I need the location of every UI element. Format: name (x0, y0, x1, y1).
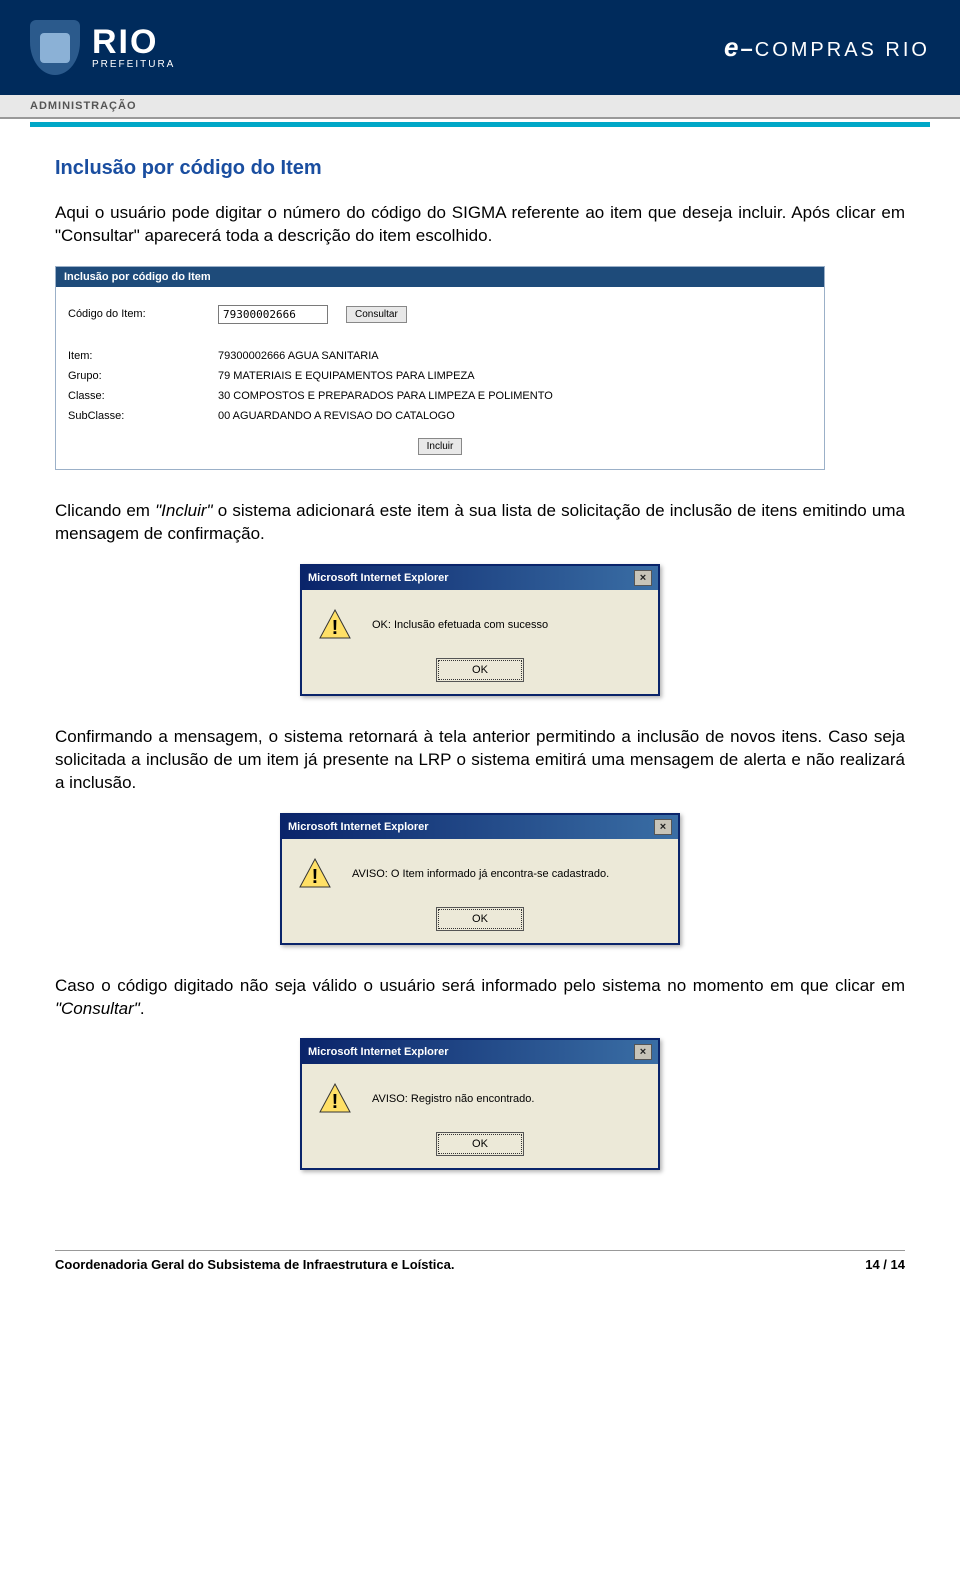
codigo-input[interactable] (218, 305, 328, 324)
p2-incluir: "Incluir" (155, 501, 212, 520)
admin-bar: ADMINISTRAÇÃO (0, 95, 960, 119)
close-icon[interactable]: × (654, 819, 672, 835)
dialog-success: Microsoft Internet Explorer × ! OK: Incl… (300, 564, 660, 696)
dialog3-row: ! AVISO: Registro não encontrado. (318, 1082, 642, 1116)
paragraph-2: Clicando em "Incluir" o sistema adiciona… (55, 500, 905, 546)
row-incluir: Incluir (68, 438, 812, 455)
warning-icon: ! (318, 608, 352, 642)
row-classe: Classe: 30 COMPOSTOS E PREPARADOS PARA L… (68, 390, 812, 402)
ecompras-dash: – (741, 36, 753, 62)
val-subclasse: 00 AGUARDANDO A REVISAO DO CATALOGO (218, 410, 455, 422)
footer-right: 14 / 14 (865, 1257, 905, 1272)
paragraph-4: Caso o código digitado não seja válido o… (55, 975, 905, 1021)
svg-text:!: ! (312, 866, 319, 888)
ecompras-e: e (724, 32, 738, 63)
p2a: Clicando em (55, 501, 155, 520)
val-grupo: 79 MATERIAIS E EQUIPAMENTOS PARA LIMPEZA (218, 370, 475, 382)
section-title: Inclusão por código do Item (55, 157, 905, 180)
p4a: Caso o código digitado não seja válido o… (55, 976, 905, 995)
dialog3-body: ! AVISO: Registro não encontrado. OK (302, 1064, 658, 1168)
form-inclusao: Inclusão por código do Item Código do It… (55, 266, 825, 470)
ok-button[interactable]: OK (438, 909, 522, 929)
shield-icon (30, 20, 80, 75)
header-left: RIO PREFEITURA (30, 20, 175, 75)
dialog3-title: Microsoft Internet Explorer (308, 1046, 449, 1058)
ecompras-logo: e – COMPRAS RIO (724, 32, 930, 63)
dialog2-titlebar: Microsoft Internet Explorer × (282, 815, 678, 839)
paragraph-3: Confirmando a mensagem, o sistema retorn… (55, 726, 905, 795)
label-subclasse: SubClasse: (68, 410, 218, 422)
val-item: 79300002666 AGUA SANITARIA (218, 350, 379, 362)
row-subclasse: SubClasse: 00 AGUARDANDO A REVISAO DO CA… (68, 410, 812, 422)
label-classe: Classe: (68, 390, 218, 402)
dialog3-msg: AVISO: Registro não encontrado. (372, 1093, 642, 1105)
paragraph-1: Aqui o usuário pode digitar o número do … (55, 202, 905, 248)
form-body: Código do Item: Consultar Item: 79300002… (56, 287, 824, 469)
dialog1-msg: OK: Inclusão efetuada com sucesso (372, 619, 642, 631)
dialog-already-exists: Microsoft Internet Explorer × ! AVISO: O… (280, 813, 680, 945)
dialog2-row: ! AVISO: O Item informado já encontra-se… (298, 857, 662, 891)
dialog2-body: ! AVISO: O Item informado já encontra-se… (282, 839, 678, 943)
row-codigo: Código do Item: Consultar (68, 305, 812, 324)
logo-sub: PREFEITURA (92, 59, 175, 70)
p4-consultar: "Consultar" (55, 999, 140, 1018)
p4b: . (140, 999, 145, 1018)
svg-text:!: ! (332, 617, 339, 639)
ok-button[interactable]: OK (438, 660, 522, 680)
label-item: Item: (68, 350, 218, 362)
consultar-button[interactable]: Consultar (346, 306, 407, 323)
dialog3-titlebar: Microsoft Internet Explorer × (302, 1040, 658, 1064)
rio-logo: RIO PREFEITURA (92, 25, 175, 70)
val-classe: 30 COMPOSTOS E PREPARADOS PARA LIMPEZA E… (218, 390, 553, 402)
dialog1-title: Microsoft Internet Explorer (308, 572, 449, 584)
dialog1-titlebar: Microsoft Internet Explorer × (302, 566, 658, 590)
ecompras-text: COMPRAS RIO (755, 39, 930, 62)
dialog2-title: Microsoft Internet Explorer (288, 821, 429, 833)
row-grupo: Grupo: 79 MATERIAIS E EQUIPAMENTOS PARA … (68, 370, 812, 382)
logo-main: RIO (92, 25, 175, 59)
row-item: Item: 79300002666 AGUA SANITARIA (68, 350, 812, 362)
incluir-button[interactable]: Incluir (418, 438, 463, 455)
footer-left: Coordenadoria Geral do Subsistema de Inf… (55, 1257, 455, 1272)
svg-text:!: ! (332, 1091, 339, 1113)
dialog-not-found: Microsoft Internet Explorer × ! AVISO: R… (300, 1038, 660, 1170)
warning-icon: ! (298, 857, 332, 891)
ok-button[interactable]: OK (438, 1134, 522, 1154)
content: Inclusão por código do Item Aqui o usuár… (0, 127, 960, 1220)
form-title: Inclusão por código do Item (56, 267, 824, 287)
label-grupo: Grupo: (68, 370, 218, 382)
dialog1-body: ! OK: Inclusão efetuada com sucesso OK (302, 590, 658, 694)
label-codigo: Código do Item: (68, 308, 218, 320)
close-icon[interactable]: × (634, 1044, 652, 1060)
dialog2-msg: AVISO: O Item informado já encontra-se c… (352, 868, 662, 880)
footer: Coordenadoria Geral do Subsistema de Inf… (55, 1250, 905, 1272)
close-icon[interactable]: × (634, 570, 652, 586)
warning-icon: ! (318, 1082, 352, 1116)
page-header: RIO PREFEITURA e – COMPRAS RIO (0, 0, 960, 95)
dialog1-row: ! OK: Inclusão efetuada com sucesso (318, 608, 642, 642)
